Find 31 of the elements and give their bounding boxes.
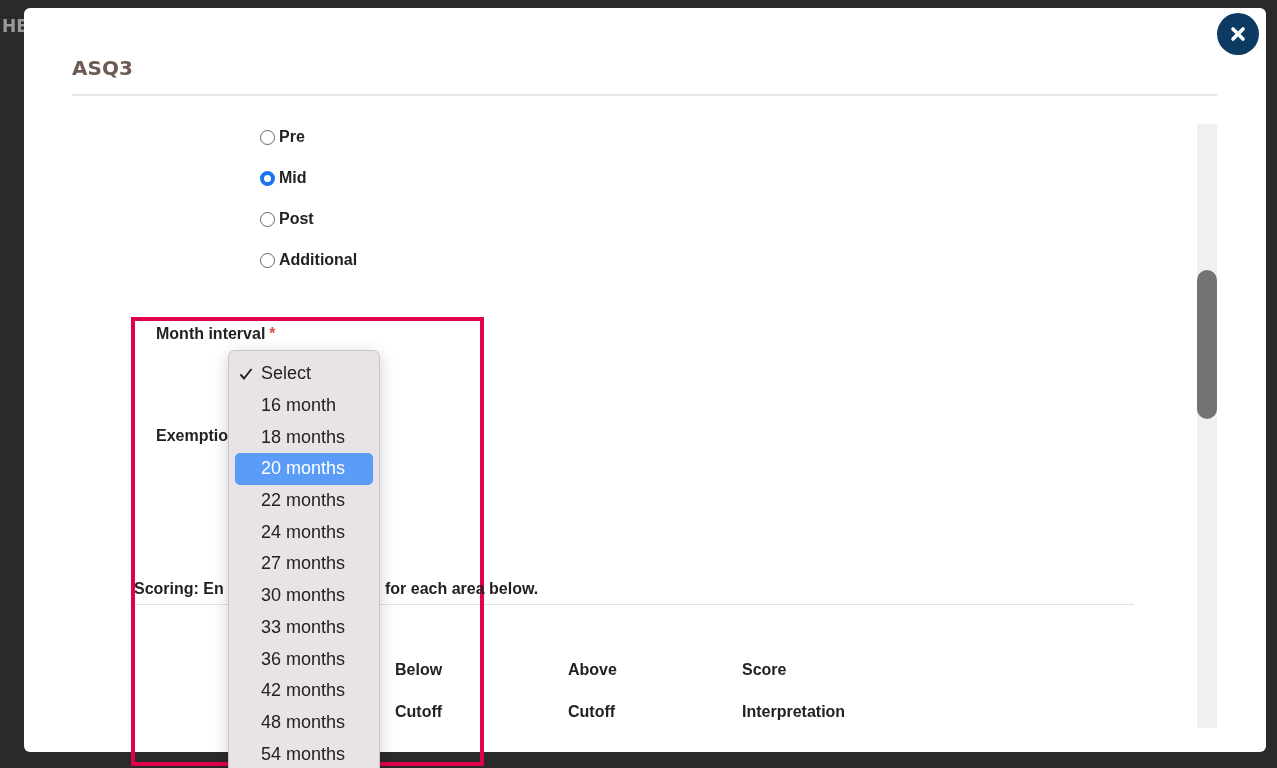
scrollbar[interactable] xyxy=(1197,124,1217,728)
scoring-instruction: Scoring: En xyxy=(134,580,224,598)
radio-button[interactable] xyxy=(260,211,275,227)
dropdown-option[interactable]: 48 months xyxy=(235,706,373,739)
dropdown-option[interactable]: 42 months xyxy=(235,674,373,707)
dropdown-option[interactable]: 24 months xyxy=(235,516,373,549)
dropdown-option[interactable]: 54 months xyxy=(235,738,373,768)
dropdown-option[interactable]: 18 months xyxy=(235,421,373,454)
close-button[interactable] xyxy=(1217,13,1259,55)
radio-label[interactable]: Pre xyxy=(279,128,305,146)
radio-label[interactable]: Mid xyxy=(279,169,307,187)
dropdown-option[interactable]: 16 month xyxy=(235,389,373,422)
required-mark: * xyxy=(269,325,276,343)
field-label: Exemptio xyxy=(156,427,228,445)
radio-label[interactable]: Additional xyxy=(279,251,358,269)
dropdown-option[interactable]: 22 months xyxy=(235,484,373,517)
close-icon xyxy=(1230,26,1246,42)
radio-button[interactable] xyxy=(260,129,275,145)
dropdown-option[interactable]: Select xyxy=(235,358,373,390)
field-label: Month interval xyxy=(156,325,266,343)
column-header: Below Cutoff xyxy=(395,660,444,722)
dialog-title: ASQ3 xyxy=(72,56,133,80)
dropdown-option[interactable]: 36 months xyxy=(235,643,373,675)
dropdown-option[interactable]: 33 months xyxy=(235,611,373,644)
radio-button[interactable] xyxy=(260,170,275,186)
radio-button[interactable] xyxy=(260,252,275,268)
column-header: Score Interpretation xyxy=(742,660,847,722)
column-header: Above Cutoff xyxy=(568,660,618,722)
dropdown-option[interactable]: 30 months xyxy=(235,579,373,612)
dropdown-option[interactable]: 27 months xyxy=(235,548,373,580)
radio-label[interactable]: Post xyxy=(279,210,314,228)
